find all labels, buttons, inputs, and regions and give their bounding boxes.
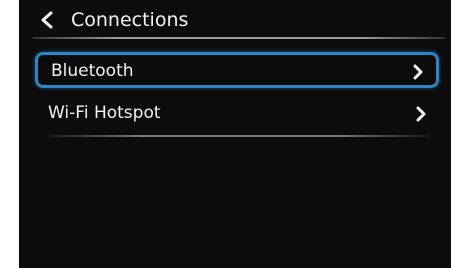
menu-item-label: Wi-Fi Hotspot bbox=[48, 103, 161, 123]
chevron-right-icon bbox=[416, 106, 426, 122]
page-title: Connections bbox=[71, 9, 189, 31]
list-divider bbox=[49, 135, 429, 137]
header-divider bbox=[33, 37, 445, 39]
connections-screen: Connections Bluetooth Wi-Fi Hotspot bbox=[19, 0, 451, 268]
chevron-right-icon bbox=[413, 64, 423, 80]
header: Connections bbox=[19, 0, 451, 38]
menu-item-label: Bluetooth bbox=[51, 61, 134, 81]
menu-item-bluetooth[interactable]: Bluetooth bbox=[35, 52, 439, 88]
chevron-left-icon[interactable] bbox=[39, 11, 55, 29]
menu-item-wifi-hotspot[interactable]: Wi-Fi Hotspot bbox=[35, 97, 439, 133]
